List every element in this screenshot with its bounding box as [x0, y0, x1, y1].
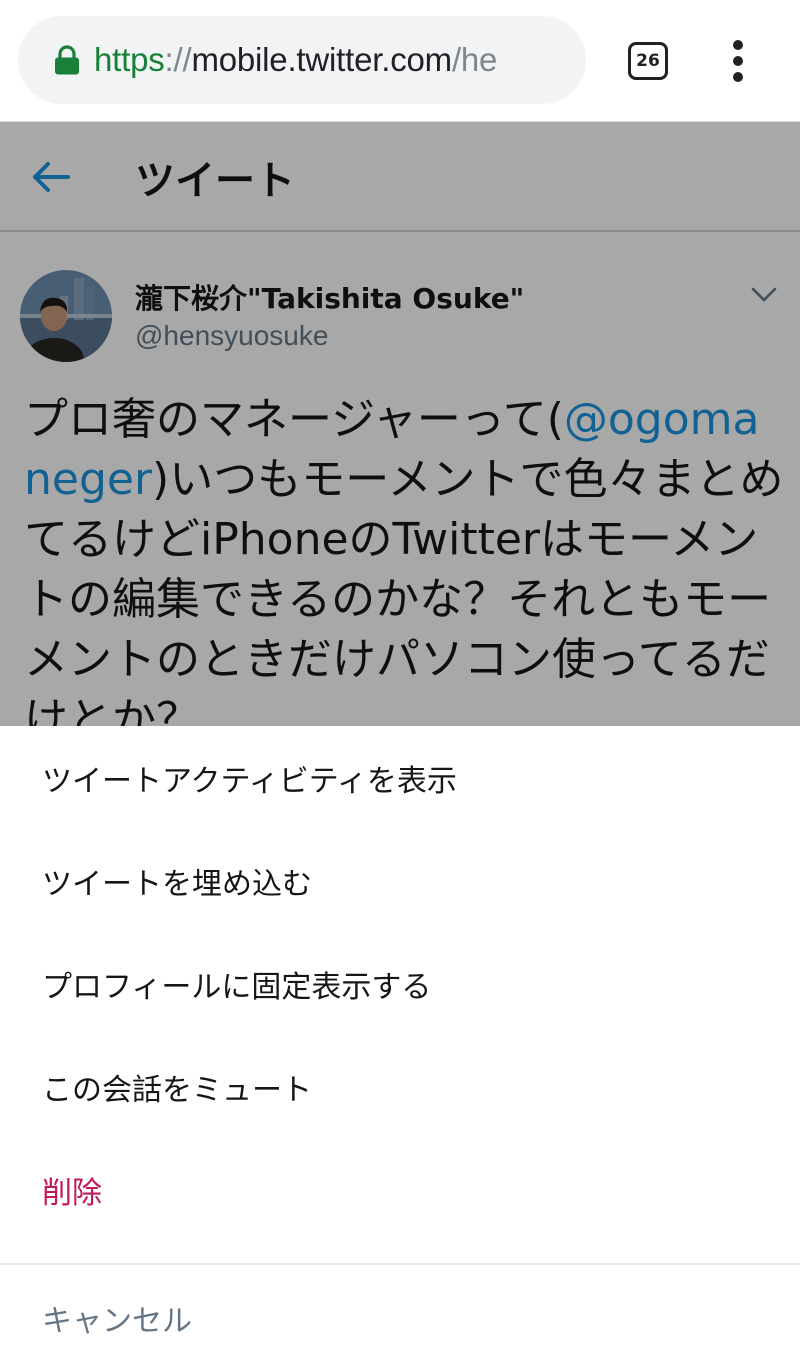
lock-icon: [55, 45, 79, 75]
browser-toolbar: https://mobile.twitter.com/he 26: [0, 0, 800, 122]
cancel-button[interactable]: キャンセル: [42, 1296, 192, 1340]
menu-item-mute-conversation[interactable]: この会話をミュート: [42, 1065, 312, 1109]
menu-item-pin-to-profile[interactable]: プロフィールに固定表示する: [42, 962, 431, 1006]
action-sheet: ツイートアクティビティを表示 ツイートを埋め込む プロフィールに固定表示する こ…: [0, 726, 800, 1367]
url-text[interactable]: https://mobile.twitter.com/he: [94, 41, 497, 79]
sheet-divider: [0, 1263, 800, 1265]
tab-count: 26: [636, 51, 660, 71]
more-vert-icon[interactable]: [722, 38, 754, 84]
url-path: /he: [451, 41, 498, 78]
modal-overlay[interactable]: [0, 122, 800, 726]
url-separator: ://: [164, 41, 192, 78]
url-host: mobile.twitter.com: [191, 41, 452, 78]
menu-item-embed-tweet[interactable]: ツイートを埋め込む: [42, 859, 312, 903]
url-scheme: https: [94, 41, 165, 78]
menu-item-view-activity[interactable]: ツイートアクティビティを表示: [42, 756, 457, 800]
tab-switcher-button[interactable]: 26: [628, 42, 668, 80]
address-bar[interactable]: https://mobile.twitter.com/he: [18, 16, 586, 104]
menu-item-delete[interactable]: 削除: [42, 1168, 102, 1212]
